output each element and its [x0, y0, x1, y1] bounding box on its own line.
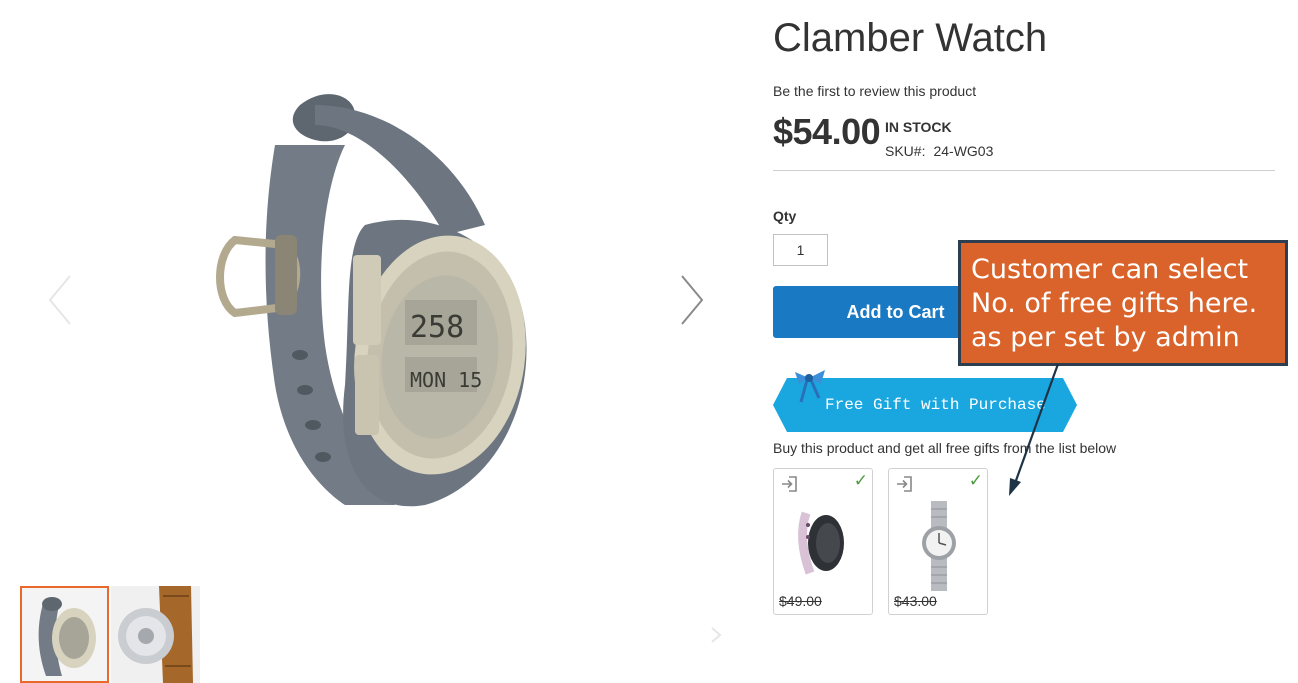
thumbnail-1[interactable]: [20, 586, 109, 683]
thumbnail-strip: [20, 586, 200, 683]
check-icon: ✓: [968, 471, 983, 491]
chevron-left-icon[interactable]: [44, 270, 74, 330]
chevron-right-icon[interactable]: [706, 620, 726, 650]
gift-item[interactable]: ✓ $43.00: [888, 468, 988, 615]
gift-price: $49.00: [779, 593, 822, 609]
main-product-image: 258 MON 15: [216, 94, 527, 507]
chevron-right-icon[interactable]: [676, 270, 706, 330]
annotation-line: as per set by admin: [971, 322, 1240, 353]
qty-input[interactable]: [773, 234, 828, 266]
stock-status: IN STOCK: [885, 119, 952, 135]
annotation-line: No. of free gifts here.: [971, 288, 1258, 319]
gift-product-image: [798, 511, 844, 575]
sign-in-icon[interactable]: [780, 475, 798, 493]
annotation-callout: Customer can select No. of free gifts he…: [958, 240, 1288, 366]
gift-product-image: [922, 501, 956, 591]
qty-label: Qty: [773, 208, 797, 224]
sign-in-icon[interactable]: [895, 475, 913, 493]
svg-text:258: 258: [410, 310, 464, 345]
page-title: Clamber Watch: [773, 16, 1048, 60]
sku-label: SKU#:: [885, 143, 926, 159]
product-price: $54.00: [773, 111, 881, 152]
sku: SKU#: 24-WG03: [885, 143, 993, 159]
sku-value: 24-WG03: [933, 143, 994, 159]
review-link[interactable]: Be the first to review this product: [773, 83, 976, 99]
annotation-arrow-icon: [1009, 363, 1060, 496]
product-gallery: 258 MON 15: [0, 0, 750, 683]
gift-item[interactable]: ✓ $49.00: [773, 468, 873, 615]
svg-text:MON 15: MON 15: [410, 368, 482, 392]
thumbnail-2[interactable]: [111, 586, 200, 683]
gift-price: $43.00: [894, 593, 937, 609]
check-icon: ✓: [853, 471, 868, 491]
annotation-line: Customer can select: [971, 254, 1249, 285]
divider: [773, 170, 1275, 171]
